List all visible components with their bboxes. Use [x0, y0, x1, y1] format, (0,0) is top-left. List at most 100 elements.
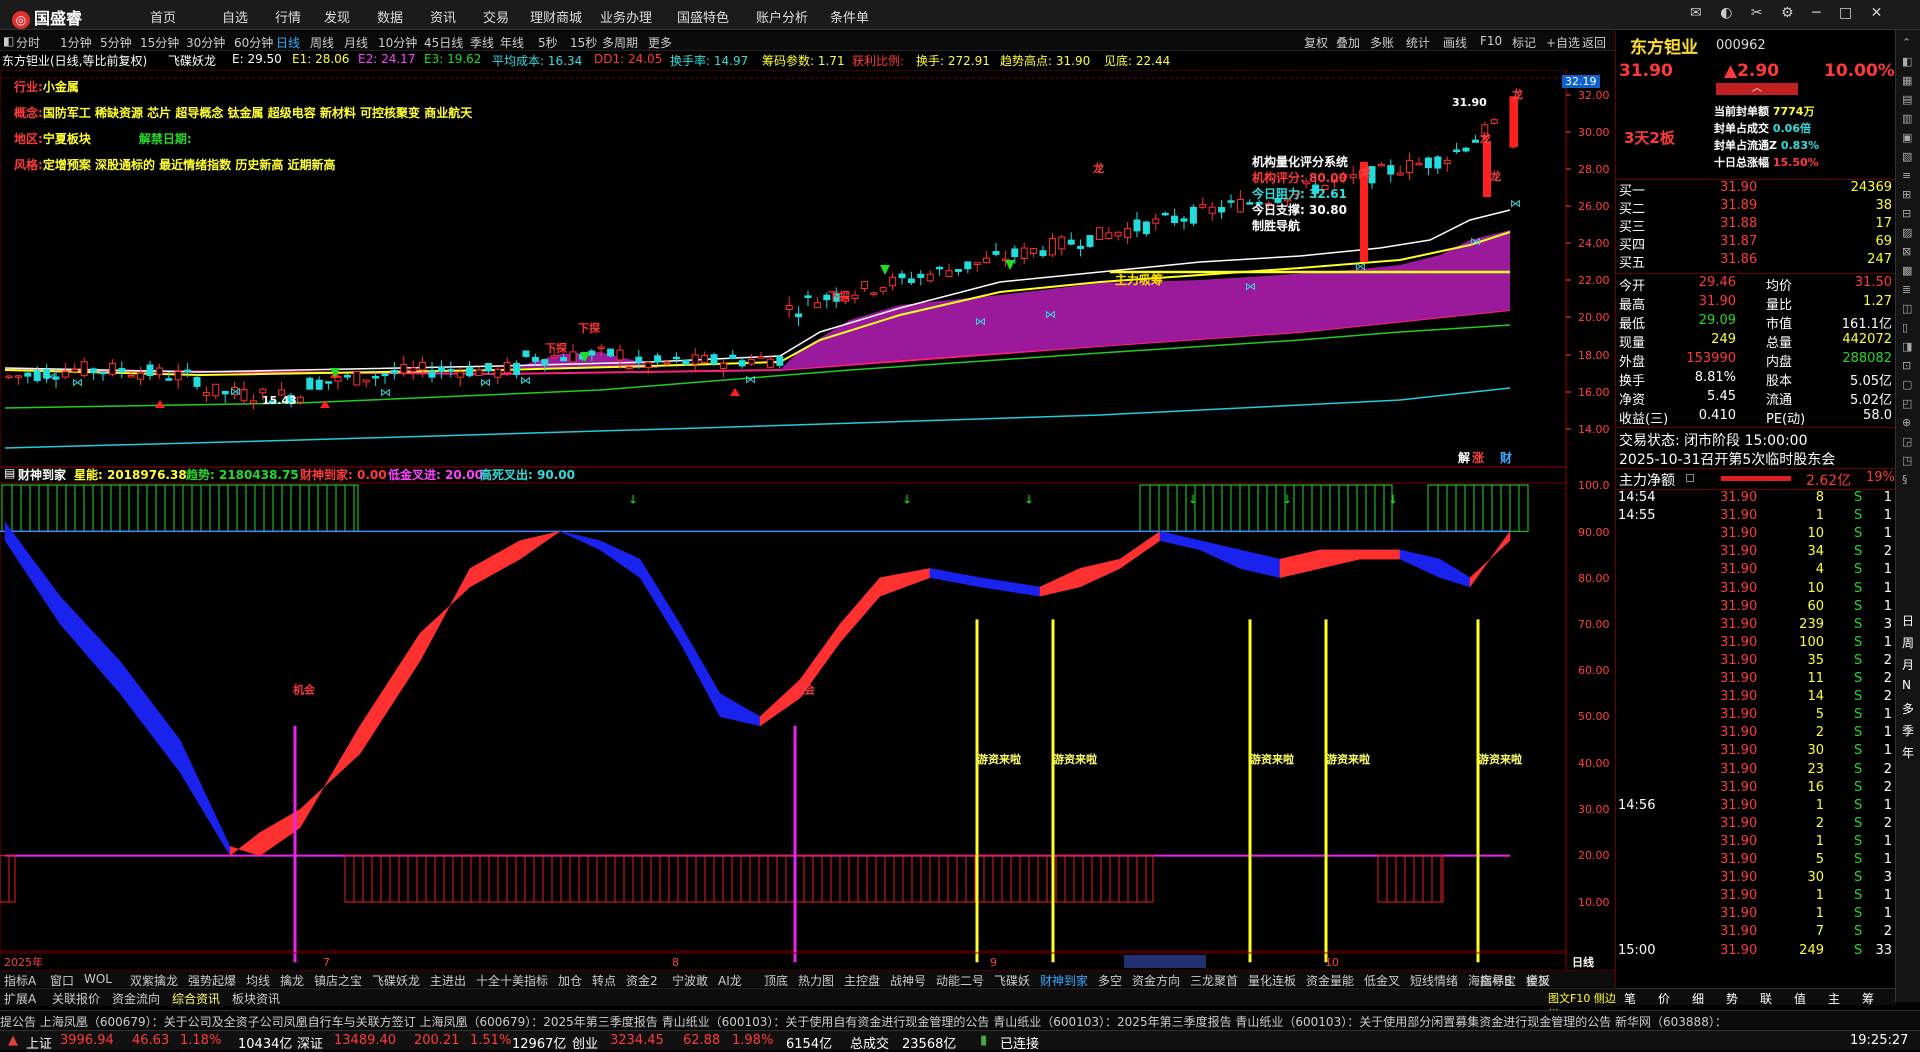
side-period-tab[interactable]: 月 [1902, 656, 1914, 673]
bid-row[interactable]: 买四 31.87 69 [1616, 234, 1896, 253]
period-tab[interactable]: 45日线 [424, 34, 463, 51]
period-tab[interactable]: 1分钟 [60, 34, 92, 51]
indicator-tab[interactable]: 短线情绪 [1410, 972, 1458, 989]
bid-row[interactable]: 买一 31.90 24369 [1616, 180, 1896, 199]
period-tab[interactable]: 10分钟 [378, 34, 417, 51]
indicator-tab[interactable]: 双紫擒龙 [130, 972, 178, 989]
side-tool-icon[interactable]: ▣ [1902, 131, 1912, 144]
indicator-tab[interactable]: 擒龙 [280, 972, 304, 989]
menu-item[interactable]: 行情 [275, 7, 301, 26]
period-tab[interactable]: 5分钟 [100, 34, 132, 51]
period-tab[interactable]: 60分钟 [234, 34, 273, 51]
indicator-tab[interactable]: 动能二号 [936, 972, 984, 989]
chart-tool-button[interactable]: +自选 [1546, 34, 1580, 51]
indicator-tab[interactable]: 战神号 [890, 972, 926, 989]
side-tool-icon[interactable]: ▧ [1902, 150, 1912, 163]
indicator-tab[interactable]: 模板 [1526, 972, 1550, 989]
collapse-arrow-icon[interactable]: ︿ [1716, 83, 1798, 95]
chart-tool-button[interactable]: F10 [1480, 34, 1502, 48]
indicator-tab[interactable]: 镇店之宝 [314, 972, 362, 989]
app-logo[interactable]: ◎ 国盛睿 [12, 5, 82, 29]
menu-item[interactable]: 业务办理 [600, 7, 652, 26]
bid-row[interactable]: 买二 31.89 38 [1616, 198, 1896, 217]
indicator-tab[interactable]: 飞碟妖 [994, 972, 1030, 989]
indicator-tab[interactable]: 顶底 [764, 972, 788, 989]
menu-item[interactable]: 条件单 [830, 7, 869, 26]
side-tool-icon[interactable]: ▤ [1902, 93, 1912, 106]
period-menu-icon[interactable]: ◧ [3, 34, 14, 48]
side-tool-icon[interactable]: ≣ [1902, 283, 1911, 296]
flow-toggle[interactable] [1686, 474, 1694, 482]
side-tool-icon[interactable]: ⌃ [1902, 36, 1911, 49]
side-tool-icon[interactable]: ◧ [1902, 55, 1912, 68]
indicator-tab[interactable]: 十全十美指标 [476, 972, 548, 989]
indicator-tab[interactable]: 资金量能 [1306, 972, 1354, 989]
message-icon[interactable]: ✉ [1690, 5, 1702, 21]
quote-tab[interactable]: 值 [1794, 990, 1806, 1007]
menu-item[interactable]: 交易 [483, 7, 509, 26]
side-tool-icon[interactable]: ▯ [1902, 321, 1908, 334]
side-tool-icon[interactable]: ▩ [1902, 264, 1912, 277]
notice[interactable]: 2025-10-31召开第5次临时股东会 [1619, 449, 1835, 469]
quote-tab[interactable]: 联 [1760, 990, 1772, 1007]
period-tab[interactable]: 15分钟 [140, 34, 179, 51]
indicator-tab[interactable]: 宁波敢 [672, 972, 708, 989]
indicator-tab[interactable]: 均线 [246, 972, 270, 989]
info-tab[interactable]: 扩展A [4, 990, 36, 1007]
chart-tool-button[interactable]: 标记 [1512, 34, 1536, 51]
side-tool-icon[interactable]: ◨ [1902, 340, 1912, 353]
side-tool-icon[interactable]: ◲ [1902, 435, 1912, 448]
menu-item[interactable]: 资讯 [430, 7, 456, 26]
sh-label[interactable]: 上证 [26, 1033, 52, 1052]
skin-icon[interactable]: ◐ [1720, 5, 1732, 21]
chart-tool-button[interactable]: 画线 [1443, 34, 1467, 51]
settings-icon[interactable]: ⚙ [1781, 5, 1794, 21]
indicator-tab[interactable]: 低金叉 [1364, 972, 1400, 989]
indicator-tab[interactable]: 三龙聚首 [1190, 972, 1238, 989]
indicator-tab[interactable]: 资金2 [626, 972, 658, 989]
close-icon[interactable]: ✕ [1871, 5, 1883, 21]
tools-icon[interactable]: ✂ [1751, 5, 1763, 21]
indicator-tab[interactable]: 加仓 [558, 972, 582, 989]
indicator-tab[interactable]: 主控盘 [844, 972, 880, 989]
sub-indicator-icon[interactable]: ▤ [4, 466, 15, 480]
chart-tool-button[interactable]: 叠加 [1336, 34, 1360, 51]
side-period-tab[interactable]: 多 [1902, 700, 1914, 717]
period-tab[interactable]: 分时 [16, 34, 40, 51]
menu-item[interactable]: 自选 [222, 7, 248, 26]
quote-tab[interactable]: 细 [1692, 990, 1704, 1007]
side-tool-icon[interactable]: ▨ [1902, 226, 1912, 239]
indicator-tab[interactable]: 指标B [1480, 972, 1512, 989]
bid-row[interactable]: 买三 31.88 17 [1616, 216, 1896, 235]
side-tool-icon[interactable]: ▥ [1902, 112, 1912, 125]
quote-tab[interactable]: 价 [1658, 990, 1670, 1007]
period-tab[interactable]: 15秒 [570, 34, 597, 51]
menu-item[interactable]: 发现 [324, 7, 350, 26]
period-tab[interactable]: 5秒 [538, 34, 558, 51]
quote-tab[interactable]: 筹 [1862, 990, 1874, 1007]
chart-tool-button[interactable]: 统计 [1406, 34, 1430, 51]
menu-item[interactable]: 首页 [150, 7, 176, 26]
indicator-tab[interactable]: 财神到家 [1040, 972, 1088, 989]
side-period-tab[interactable]: 日 [1902, 612, 1914, 629]
side-tool-icon[interactable]: ▢ [1902, 378, 1912, 391]
indicator-tab[interactable]: 指标A [4, 972, 36, 989]
indicator-tab[interactable]: 热力图 [798, 972, 834, 989]
side-tool-icon[interactable]: ▦ [1902, 74, 1912, 87]
chart-tool-button[interactable]: 返回 [1582, 34, 1606, 51]
sub-indicator-name[interactable]: 财神到家 [18, 466, 66, 483]
menu-item[interactable]: 数据 [377, 7, 403, 26]
side-tool-icon[interactable]: ⊠ [1902, 245, 1911, 258]
indicator-tab[interactable]: 资金方向 [1132, 972, 1180, 989]
period-tab[interactable]: 月线 [344, 34, 368, 51]
menu-item[interactable]: 国盛特色 [677, 7, 729, 26]
bid-row[interactable]: 买五 31.86 247 [1616, 252, 1896, 271]
period-tab[interactable]: 周线 [310, 34, 334, 51]
period-tab[interactable]: 年线 [500, 34, 524, 51]
quote-tab[interactable]: 势 [1726, 990, 1738, 1007]
side-tool-icon[interactable]: ≡ [1902, 169, 1911, 182]
indicator-tab[interactable]: 强势起爆 [188, 972, 236, 989]
period-tab[interactable]: 更多 [648, 34, 672, 51]
side-period-tab[interactable]: 周 [1902, 634, 1914, 651]
period-tab[interactable]: 多周期 [602, 34, 638, 51]
